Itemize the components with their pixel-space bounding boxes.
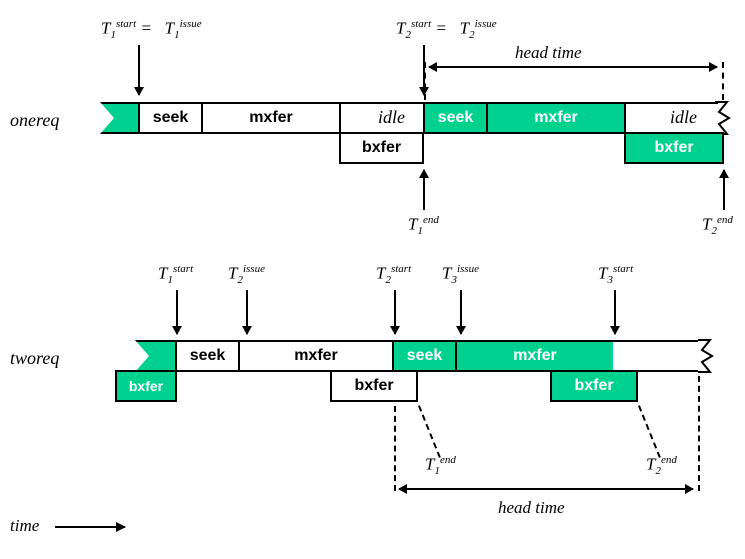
- seg-mxfer: mxfer: [486, 102, 626, 134]
- seg-mxfer: mxfer: [455, 340, 615, 372]
- marker-t1-start: T1start: [158, 263, 193, 286]
- arrow-icon: [423, 170, 425, 210]
- seg-bxfer: bxfer: [550, 370, 638, 402]
- seg-seek: seek: [175, 340, 240, 372]
- seg-bxfer: bxfer: [115, 370, 177, 402]
- marker-t2-end: T2end: [646, 454, 677, 477]
- trail-border: [624, 102, 718, 134]
- marker-t1-end: T1end: [425, 454, 456, 477]
- arrow-icon: [460, 290, 462, 334]
- seg-seek: seek: [423, 102, 488, 134]
- marker-t2-start-issue: T2start = T2issue: [396, 18, 497, 41]
- dash-line: [394, 406, 396, 491]
- time-axis-arrow: [55, 526, 125, 528]
- time-axis-label: time: [10, 516, 39, 536]
- double-arrow-icon: [399, 488, 693, 490]
- double-arrow-icon: [429, 66, 717, 68]
- dash-line: [418, 405, 441, 458]
- dash-line: [424, 62, 426, 100]
- head-time-label: head time: [498, 498, 565, 518]
- seg-mxfer: mxfer: [238, 340, 394, 372]
- marker-t2-end: T2end: [702, 214, 733, 237]
- arrow-icon: [246, 290, 248, 334]
- marker-t2-start: T2start: [376, 263, 411, 286]
- arrow-icon: [723, 170, 725, 210]
- marker-t2-issue: T2issue: [228, 263, 265, 286]
- seg-bxfer: bxfer: [624, 132, 724, 164]
- arrow-icon: [394, 290, 396, 334]
- row-label-tworeq: tworeq: [10, 348, 59, 369]
- seg-seek: seek: [138, 102, 203, 134]
- seg-trailing: [613, 340, 703, 372]
- dash-line: [638, 405, 661, 458]
- marker-t3-start: T3start: [598, 263, 633, 286]
- seg-bxfer: bxfer: [339, 132, 424, 164]
- arrow-icon: [138, 45, 140, 95]
- marker-t3-issue: T3issue: [442, 263, 479, 286]
- arrow-icon: [614, 290, 616, 334]
- chevron-icon: [135, 340, 149, 372]
- seg-mxfer: mxfer: [201, 102, 341, 134]
- idle-border: [339, 102, 425, 134]
- seg-bxfer: bxfer: [330, 370, 418, 402]
- chevron-icon: [100, 102, 114, 134]
- dash-line: [722, 62, 724, 100]
- head-time-label: head time: [515, 43, 582, 63]
- seg-seek: seek: [392, 340, 457, 372]
- marker-t1-end: T1end: [408, 214, 439, 237]
- marker-t1-start-issue: T1start = T1issue: [101, 18, 202, 41]
- zigzag-icon: [698, 340, 716, 372]
- arrow-icon: [176, 290, 178, 334]
- dash-line: [698, 376, 700, 491]
- row-label-onereq: onereq: [10, 110, 59, 131]
- diagram-canvas: onereq T1start = T1issue T2start = T2iss…: [10, 10, 735, 549]
